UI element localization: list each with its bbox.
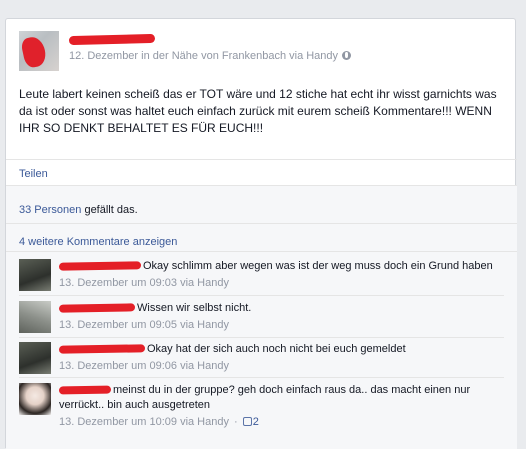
divider: [6, 251, 517, 252]
author-name-redacted[interactable]: [68, 33, 156, 46]
commenter-name-redacted[interactable]: [58, 303, 136, 313]
post-meta-text[interactable]: 12. Dezember in der Nähe von Frankenbach…: [69, 50, 338, 62]
thumbs-up-icon[interactable]: [242, 417, 252, 426]
post-text: Leute labert keinen scheiß das er TOT wä…: [19, 87, 497, 135]
comment-body: Wissen wir selbst nicht. 13. Dezember um…: [58, 301, 504, 333]
comment-text: Okay hat der sich auch noch nicht bei eu…: [147, 343, 406, 355]
divider: [19, 377, 504, 378]
divider: [6, 159, 517, 160]
meta-separator: ·: [234, 416, 238, 428]
commenter-avatar[interactable]: [19, 342, 51, 374]
author-avatar[interactable]: [19, 31, 59, 71]
divider: [6, 223, 517, 224]
share-link[interactable]: Teilen: [19, 168, 48, 180]
post-meta: 12. Dezember in der Nähe von Frankenbach…: [69, 50, 352, 62]
globe-icon[interactable]: [342, 51, 352, 60]
comment-text: meinst du in der gruppe? geh doch einfac…: [59, 384, 471, 411]
comment-meta[interactable]: 13. Dezember um 09:06 via Handy: [59, 359, 504, 374]
comment-text: Okay schlimm aber wegen was ist der weg …: [143, 260, 493, 272]
comment-meta: 13. Dezember um 10:09 via Handy · 2: [59, 415, 504, 430]
commenter-avatar[interactable]: [19, 383, 51, 415]
commenter-avatar[interactable]: [19, 259, 51, 291]
likes-count-link[interactable]: 33 Personen: [19, 204, 81, 216]
comment-text: Wissen wir selbst nicht.: [137, 302, 252, 314]
likes-sentence: 33 Personen gefällt das.: [19, 204, 138, 216]
commenter-name-redacted[interactable]: [58, 385, 112, 395]
redaction-scribble: [20, 35, 48, 69]
post-card: 12. Dezember in der Nähe von Frankenbach…: [5, 18, 517, 449]
divider: [19, 337, 504, 338]
comment-body: Okay hat der sich auch noch nicht bei eu…: [58, 342, 504, 374]
comment-body: Okay schlimm aber wegen was ist der weg …: [58, 259, 504, 291]
comment-timestamp[interactable]: 13. Dezember um 10:09 via Handy: [59, 416, 229, 428]
commenter-name-redacted[interactable]: [58, 261, 142, 271]
comment-body: meinst du in der gruppe? geh doch einfac…: [58, 383, 504, 430]
comment-meta[interactable]: 13. Dezember um 09:03 via Handy: [59, 276, 504, 291]
comment-like-count[interactable]: 2: [253, 416, 259, 428]
divider: [19, 295, 504, 296]
commenter-avatar[interactable]: [19, 301, 51, 333]
more-comments-link[interactable]: 4 weitere Kommentare anzeigen: [19, 236, 177, 248]
comment-meta[interactable]: 13. Dezember um 09:05 via Handy: [59, 318, 504, 333]
divider: [6, 185, 517, 186]
likes-suffix: gefällt das.: [81, 204, 138, 216]
commenter-name-redacted[interactable]: [58, 344, 146, 354]
